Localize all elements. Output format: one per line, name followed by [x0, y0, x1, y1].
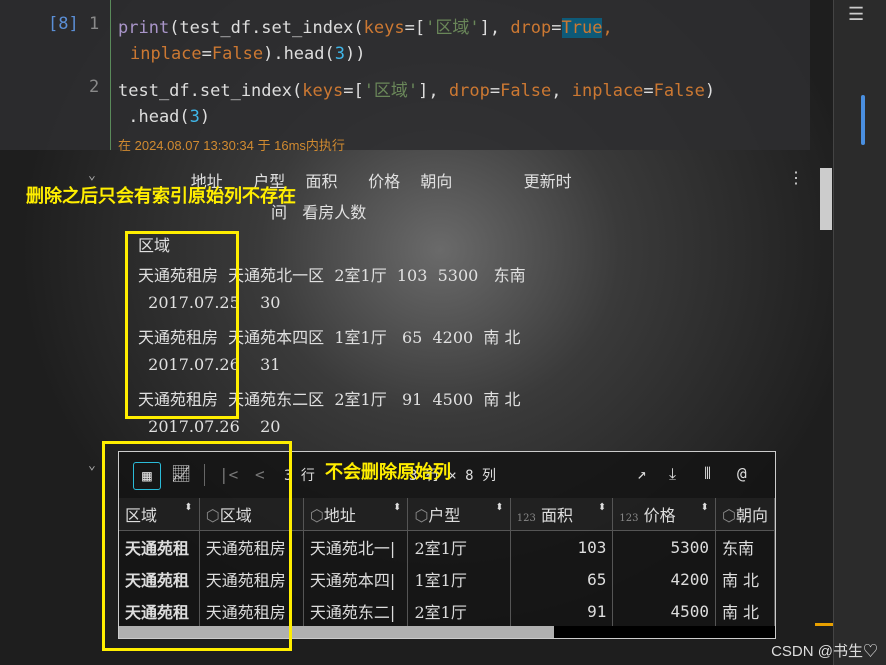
download-icon[interactable]: ⤓	[669, 464, 676, 484]
scroll-marker	[815, 623, 833, 626]
annotation-bottom: 不会删除原始列	[325, 462, 451, 482]
cell: 天通苑东二|	[303, 595, 409, 627]
annotation-top: 删除之后只会有索引原始列不存在	[26, 186, 296, 206]
cell: 天通苑本四|	[303, 563, 409, 595]
highlight-box	[125, 231, 239, 419]
editor-scrollbar[interactable]	[861, 95, 865, 145]
cell: 1室1厅	[407, 563, 511, 595]
more-options-icon[interactable]: ⋮	[788, 168, 804, 187]
line-number: 2	[89, 77, 100, 97]
cell: 4500	[612, 595, 716, 627]
exec-count: [8]	[48, 14, 79, 34]
collapse-chevron-icon[interactable]: ⌄	[88, 168, 96, 183]
cell: 天通苑北一|	[303, 530, 409, 563]
execution-info: 在 2024.08.07 13:30:34 于 16ms内执行	[118, 138, 345, 153]
cell: 4200	[612, 563, 716, 595]
column-settings-icon[interactable]: ⦀	[704, 464, 711, 484]
code-line-2-wrap[interactable]: .head(3)	[118, 107, 210, 127]
cell-gutter-line	[110, 0, 111, 150]
watermark: CSDN @书生♡	[771, 643, 878, 660]
line-number: 1	[89, 14, 100, 34]
code-line-1-wrap[interactable]: inplace=False).head(3))	[130, 44, 365, 64]
open-external-icon[interactable]: ↗	[637, 464, 647, 483]
cell: 103	[510, 530, 614, 563]
code-line-1[interactable]: print(test_df.set_index(keys=['区域'], dro…	[118, 13, 623, 38]
print-row: 2017.07.26 20	[138, 417, 281, 436]
column-header[interactable]: 123 价格 ⬍	[612, 498, 716, 531]
highlight-box	[102, 441, 292, 651]
output-scrollbar[interactable]	[820, 168, 832, 230]
code-line-2[interactable]: test_df.set_index(keys=['区域'], drop=Fals…	[118, 76, 715, 101]
cell: 南 北	[715, 563, 776, 595]
column-header[interactable]: ⬡朝向	[715, 498, 776, 531]
column-header[interactable]: ⬡地址 ⬍	[303, 498, 409, 531]
layout-icon[interactable]: ☰	[848, 4, 886, 25]
cell: 5300	[612, 530, 716, 563]
cell: 2室1厅	[407, 595, 511, 627]
collapse-chevron-icon[interactable]: ⌄	[88, 458, 96, 473]
cell: 东南	[715, 530, 776, 563]
cell: 南 北	[715, 595, 776, 627]
spiral-icon[interactable]: @	[737, 464, 747, 483]
cell: 91	[510, 595, 614, 627]
cell: 65	[510, 563, 614, 595]
cell: 2室1厅	[407, 530, 511, 563]
column-header[interactable]: ⬡户型 ⬍	[407, 498, 511, 531]
column-header[interactable]: 123 面积 ⬍	[510, 498, 614, 531]
right-toolbar: ☰	[833, 0, 886, 665]
